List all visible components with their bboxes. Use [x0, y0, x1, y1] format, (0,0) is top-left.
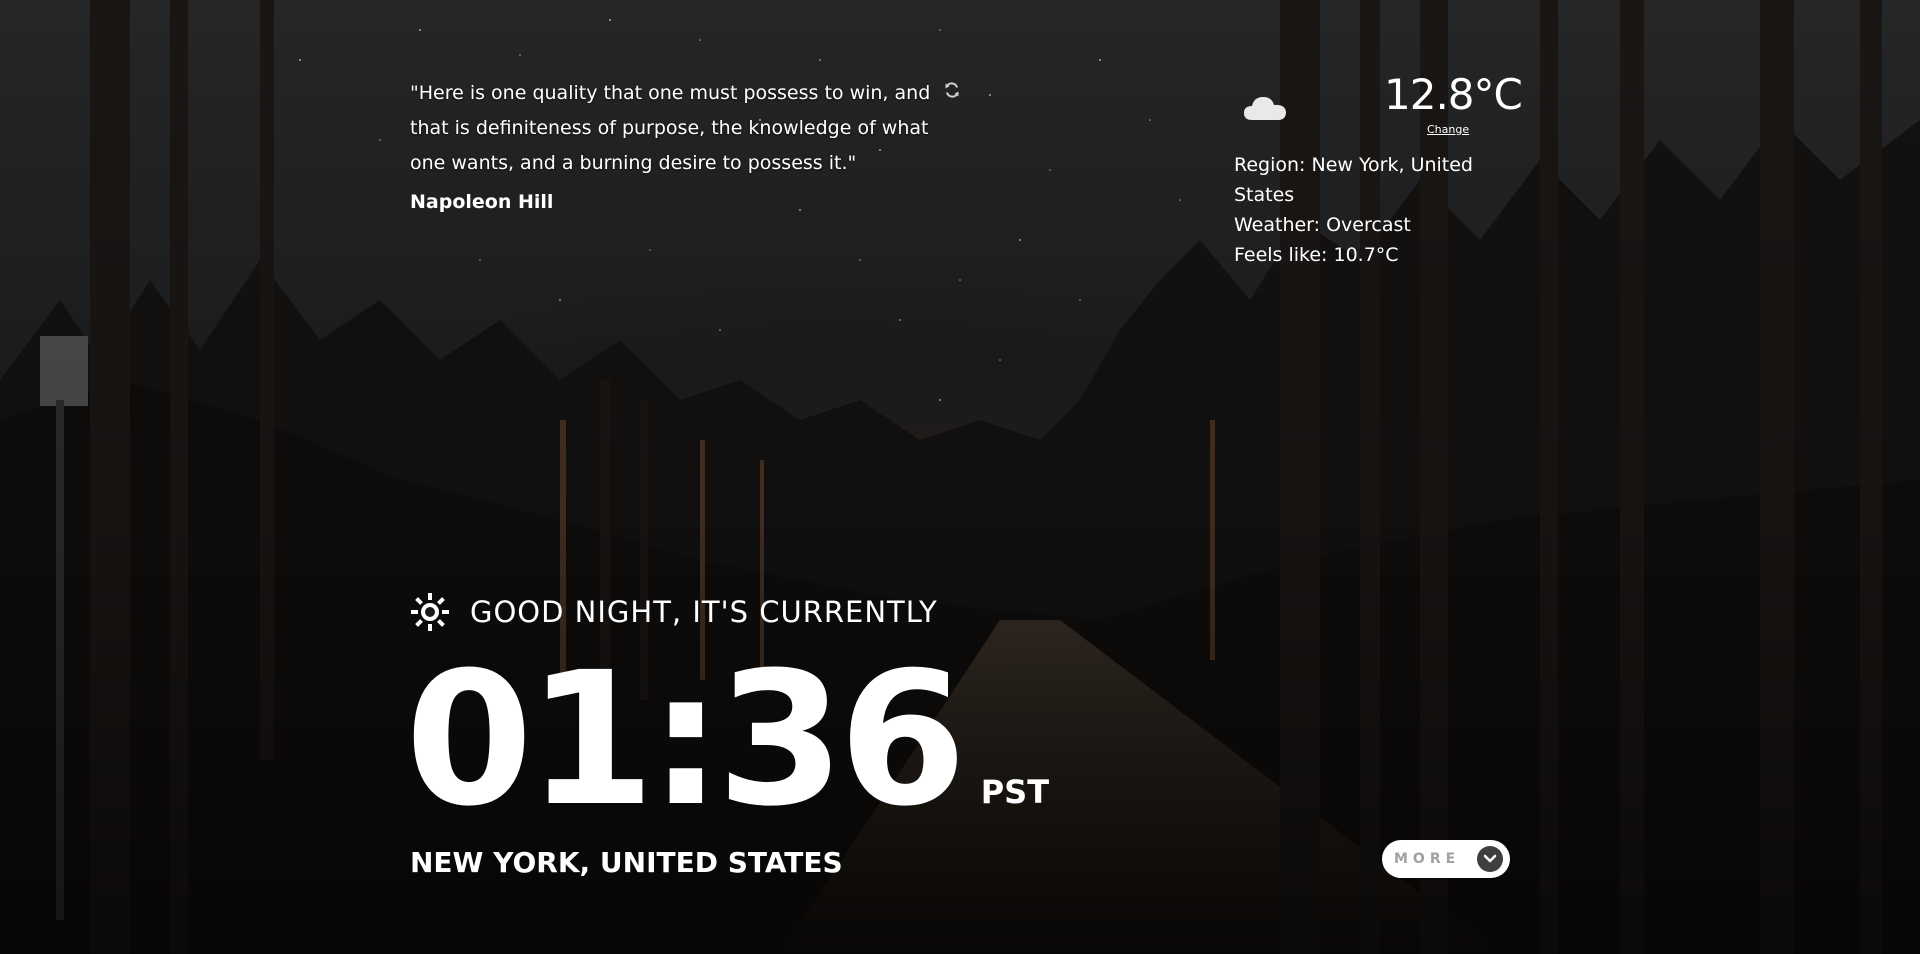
clock-timezone: PST [980, 773, 1050, 811]
more-button[interactable]: MORE [1382, 840, 1510, 878]
sun-icon [411, 593, 449, 631]
greeting: GOOD NIGHT, IT'S CURRENTLY [410, 592, 938, 632]
weather-temperature: 12.8°C [1384, 70, 1523, 119]
weather-condition: Weather: Overcast [1234, 214, 1411, 236]
change-location-link[interactable]: Change [1427, 123, 1469, 136]
weather-region: Region: New York, United States [1234, 154, 1473, 206]
greeting-text: GOOD NIGHT, IT'S CURRENTLY [470, 595, 938, 629]
quote-text: "Here is one quality that one must posse… [410, 82, 931, 174]
refresh-quote-button[interactable] [943, 81, 961, 99]
cloud-icon [1244, 97, 1286, 120]
more-button-label: MORE [1394, 851, 1461, 867]
chevron-down-icon [1477, 846, 1503, 872]
weather-feels-like: Feels like: 10.7°C [1234, 244, 1399, 266]
clock-location: NEW YORK, UNITED STATES [410, 846, 843, 879]
clock: 01:36 PST [405, 640, 1049, 840]
weather-details: Region: New York, United States Weather:… [1234, 150, 1524, 270]
clock-time: 01:36 [405, 633, 967, 847]
quote-widget: "Here is one quality that one must posse… [410, 76, 936, 213]
quote-author: Napoleon Hill [410, 191, 554, 213]
refresh-icon [945, 82, 959, 98]
